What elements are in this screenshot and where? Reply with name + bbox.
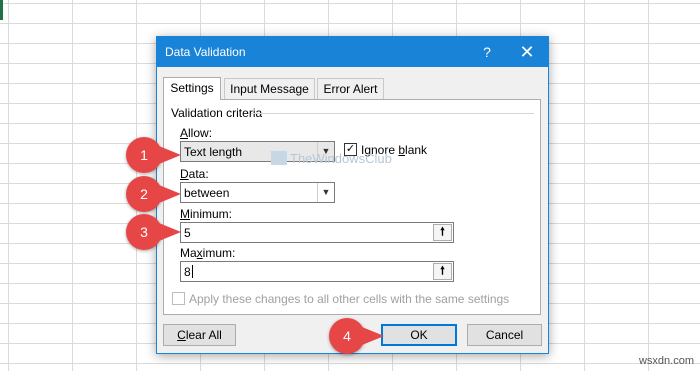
range-select-icon[interactable]: 🠕 [433,224,452,241]
ok-button[interactable]: OK [381,324,457,346]
close-button[interactable]: ✕ [511,37,543,67]
section-divider [251,113,534,114]
tab-input-message[interactable]: Input Message [224,78,315,99]
watermark: TheWindowsClub [271,151,392,166]
apply-all-label: Apply these changes to all other cells w… [189,292,510,306]
apply-all-checkbox[interactable] [172,292,185,305]
maximum-input[interactable]: 8 🠕 [180,261,454,282]
allow-label: Allow: [180,126,213,140]
dialog-title: Data Validation [165,45,246,59]
clear-all-button[interactable]: Clear All [163,324,236,346]
minimum-label: Minimum: [180,207,233,221]
tab-settings[interactable]: Settings [163,77,221,100]
validation-criteria-heading: Validation criteria [171,106,263,120]
range-select-icon[interactable]: 🠕 [433,263,452,280]
help-button[interactable]: ? [475,37,499,67]
data-value: between [184,186,230,200]
allow-value: Text length [184,145,243,159]
annotation-badge-3: 3 [126,214,181,250]
annotation-badge-2: 2 [126,176,181,212]
cancel-button[interactable]: Cancel [467,324,542,346]
annotation-badge-1: 1 [126,137,181,173]
annotation-badge-4: 4 [329,318,384,354]
watermark-logo-icon [271,151,287,165]
site-watermark: wsxdn.com [638,355,694,367]
data-validation-dialog: Data Validation ? ✕ Settings Input Messa… [156,36,549,354]
title-bar[interactable]: Data Validation ? ✕ [157,37,548,67]
selected-cell-indicator [0,0,3,20]
minimum-input[interactable]: 5 🠕 [180,222,454,243]
tab-error-alert[interactable]: Error Alert [317,78,384,99]
maximum-label: Maximum: [180,246,236,260]
maximum-value: 8 [184,265,193,279]
data-dropdown[interactable]: between ▼ [180,182,335,203]
settings-panel: Validation criteria Allow: Text length ▼… [163,99,541,315]
chevron-down-icon[interactable]: ▼ [317,183,334,202]
data-label: Data: [180,167,209,181]
text-caret [191,265,193,278]
minimum-value: 5 [184,226,191,240]
